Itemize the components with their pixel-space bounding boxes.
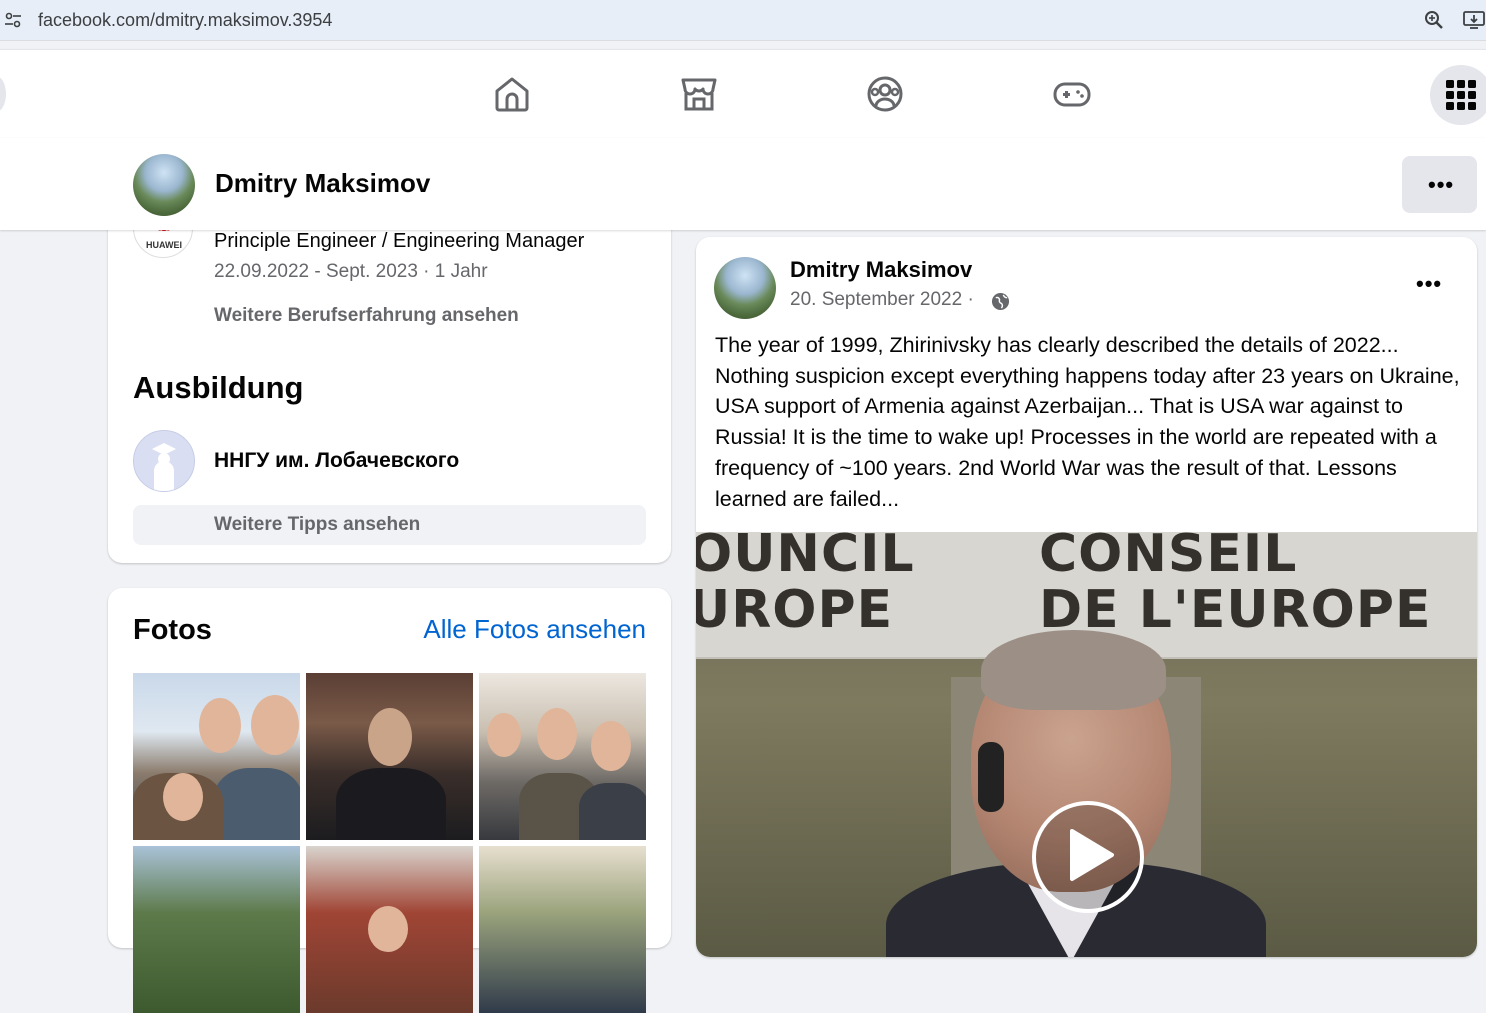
post-card: Dmitry Maksimov 20. September 2022 · •••… <box>696 237 1477 957</box>
install-app-icon[interactable] <box>1462 10 1486 30</box>
marketplace-icon[interactable] <box>680 75 718 113</box>
zoom-icon[interactable] <box>1424 10 1444 30</box>
url-text[interactable]: facebook.com/dmitry.maksimov.3954 <box>38 10 332 31</box>
photos-card: Fotos Alle Fotos ansehen <box>108 588 671 1013</box>
more-tips-label: Weitere Tipps ansehen <box>214 514 421 535</box>
school-placeholder-icon <box>152 443 176 491</box>
profile-more-button[interactable]: ••• <box>1402 156 1477 213</box>
photos-heading: Fotos <box>133 614 212 646</box>
globe-icon <box>991 292 1010 311</box>
photo-thumbnail[interactable] <box>479 673 646 840</box>
post-text: The year of 1999, Zhirinivsky has clearl… <box>715 333 1460 511</box>
all-photos-link[interactable]: Alle Fotos ansehen <box>423 614 646 645</box>
post-video[interactable]: OUNCIL UROPE CONSEIL DE L'EUROPE <box>696 532 1477 957</box>
video-person-hair <box>981 630 1166 710</box>
profile-sticky-header: Dmitry Maksimov ••• <box>0 138 1486 230</box>
browser-address-bar[interactable]: facebook.com/dmitry.maksimov.3954 <box>0 0 1486 41</box>
banner-text: CONSEIL <box>1039 532 1298 584</box>
job-title: Principle Engineer / Engineering Manager <box>214 230 585 252</box>
profile-avatar[interactable] <box>133 154 195 216</box>
banner-text: UROPE <box>696 580 894 640</box>
more-tips-button[interactable]: Weitere Tipps ansehen <box>133 505 646 545</box>
gaming-icon[interactable] <box>1053 75 1091 113</box>
menu-button[interactable] <box>1430 65 1486 125</box>
video-headset <box>978 742 1004 812</box>
photo-thumbnail[interactable] <box>133 673 300 840</box>
more-experience-link[interactable]: Weitere Berufserfahrung ansehen <box>214 305 519 327</box>
school-name[interactable]: ННГУ им. Лобачевского <box>214 449 459 473</box>
grid-menu-icon <box>1446 80 1476 110</box>
more-dots-icon: ••• <box>1428 172 1455 197</box>
photo-thumbnail[interactable] <box>479 846 646 1013</box>
search-button-edge[interactable] <box>0 76 6 112</box>
job-dates: 22.09.2022 - Sept. 2023 · 1 Jahr <box>214 261 488 282</box>
photo-thumbnail[interactable] <box>306 846 473 1013</box>
company-logo-text: HUAWEI <box>146 240 182 250</box>
home-icon[interactable] <box>493 75 531 113</box>
play-icon <box>1070 829 1114 881</box>
photo-thumbnail[interactable] <box>133 846 300 1013</box>
education-heading: Ausbildung <box>133 370 304 405</box>
top-navigation <box>0 49 1486 138</box>
post-author-name[interactable]: Dmitry Maksimov <box>790 257 972 283</box>
site-settings-icon[interactable] <box>4 11 22 29</box>
school-logo[interactable] <box>133 430 195 492</box>
photo-thumbnail[interactable] <box>306 673 473 840</box>
post-author-avatar[interactable] <box>714 257 776 319</box>
post-date[interactable]: 20. September 2022 · <box>790 289 974 311</box>
play-button[interactable] <box>1032 801 1144 913</box>
profile-name[interactable]: Dmitry Maksimov <box>215 168 430 199</box>
banner-text: OUNCIL <box>696 532 915 584</box>
intro-card: HUAWEI Principle Engineer / Engineering … <box>108 195 671 563</box>
post-options-button[interactable]: ••• <box>1416 271 1442 297</box>
groups-icon[interactable] <box>866 75 904 113</box>
